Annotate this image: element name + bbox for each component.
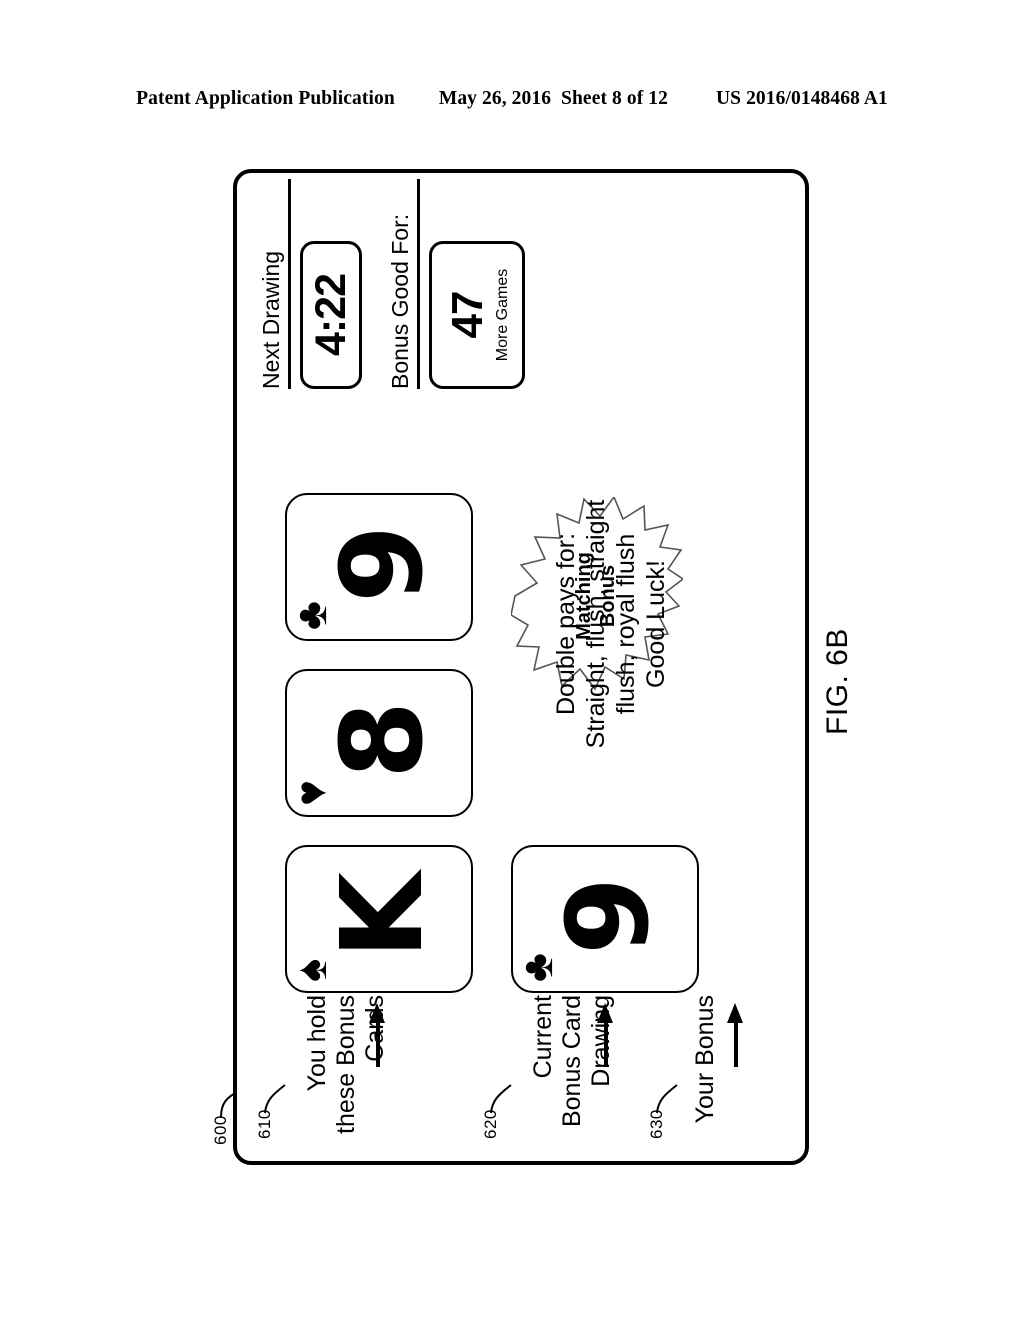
bonus-description-line-4: Good Luck! <box>642 560 670 688</box>
sheet-number: Sheet 8 of 12 <box>561 88 668 109</box>
bonus-good-for-box: 47 More Games <box>429 241 526 389</box>
next-drawing-label: Next Drawing <box>258 179 292 389</box>
bonus-description: Double pays for: Straight, flush, straig… <box>551 459 671 789</box>
callout-610-arrow <box>369 1003 385 1067</box>
reference-numeral-600: 600 <box>211 1115 230 1145</box>
playing-card-hold-2[interactable]: ♥ 8 <box>285 669 473 817</box>
next-drawing-block: Next Drawing 4:22 <box>258 179 363 389</box>
playing-card-drawn[interactable]: ♣ 9 <box>511 845 699 993</box>
card-rank: K <box>317 872 448 959</box>
club-icon: ♣ <box>513 953 562 982</box>
publication-label: Patent Application Publication <box>136 88 395 109</box>
bonus-description-line-1: Double pays for: <box>552 532 580 716</box>
card-rank: 9 <box>543 876 674 955</box>
leader-line-630 <box>656 1084 678 1114</box>
next-drawing-timer-value: 4:22 <box>306 273 355 357</box>
playing-card-hold-3[interactable]: ♣ 9 <box>285 493 473 641</box>
bonus-good-for-label: Bonus Good For: <box>387 179 421 389</box>
status-panel: Next Drawing 4:22 Bonus Good For: 47 Mor… <box>258 179 551 389</box>
callout-630: Your Bonus <box>691 995 720 1155</box>
callout-620-line-1: Current <box>529 995 557 1079</box>
callout-610-line-2: these Bonus <box>331 995 360 1134</box>
leader-line-620 <box>490 1084 512 1114</box>
figure-caption: FIG. 6B <box>821 628 854 735</box>
figure-6b: 600 Next Drawing 4:22 Bonus Good For: 47… <box>211 155 854 1165</box>
club-icon: ♣ <box>287 601 336 630</box>
callout-610-line-1: You hold <box>303 995 331 1092</box>
callout-630-line-1: Your Bonus <box>691 995 719 1124</box>
bonus-description-line-3: flush, royal flush <box>612 533 640 715</box>
callout-620-line-2: Bonus Card <box>557 995 586 1128</box>
next-drawing-timer-box: 4:22 <box>300 241 363 389</box>
bonus-good-for-value: 47 <box>442 291 492 339</box>
heart-icon: ♥ <box>287 779 336 806</box>
playing-card-hold-1[interactable]: ♠ K <box>285 845 473 993</box>
leader-line-610 <box>264 1084 286 1114</box>
callout-630-text: Your Bonus <box>691 995 720 1155</box>
card-rank: 9 <box>317 524 448 603</box>
callout-630-arrow <box>727 1003 743 1067</box>
bonus-good-for-block: Bonus Good For: 47 More Games <box>387 179 526 389</box>
publication-date: May 26, 2016 <box>438 88 552 109</box>
patent-page-header: Patent Application Publication May 26, 2… <box>0 88 1024 110</box>
card-rank: 8 <box>317 700 448 779</box>
spade-icon: ♠ <box>287 958 336 982</box>
callout-620-arrow <box>597 1003 613 1067</box>
bonus-good-for-caption: More Games <box>493 268 511 362</box>
patent-number: US 2016/0148468 A1 <box>715 88 888 109</box>
bonus-description-line-2: Straight, flush, straight <box>582 499 610 749</box>
